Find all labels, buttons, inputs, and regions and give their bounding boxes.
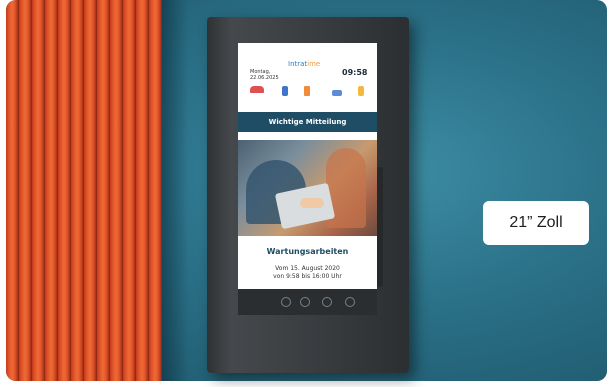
building-icon[interactable] (282, 86, 288, 96)
wifi-icon[interactable] (345, 297, 355, 307)
photo-hand-shape (300, 198, 324, 208)
notice-title: Wartungsarbeiten (266, 247, 349, 256)
bus-icon[interactable] (250, 86, 264, 93)
kiosk-side-handle (377, 167, 383, 287)
date-value: 22.06.2025 (250, 75, 279, 81)
notice-banner: Wichtige Mitteilung (238, 112, 377, 132)
bell-icon[interactable] (358, 86, 364, 96)
slats-shadow (162, 0, 188, 381)
category-icon-row (238, 84, 377, 98)
kiosk-screen[interactable]: Montag, 22.06.2025 Intratime 09:58 Wicht… (238, 43, 377, 289)
hardware-button-strip (238, 289, 377, 315)
brand-logo: Intratime (288, 60, 320, 68)
settings-icon[interactable] (322, 297, 332, 307)
clock-time: 09:58 (342, 68, 368, 77)
orange-wood-slats (6, 0, 162, 381)
cup-icon[interactable] (304, 86, 310, 96)
brand-main: Intrat (288, 60, 308, 68)
notice-date: Vom 15. August 2020 (275, 265, 340, 272)
ship-icon[interactable] (332, 90, 342, 96)
notice-time: von 9:58 bis 16:00 Uhr (273, 273, 342, 280)
menu-icon[interactable] (300, 297, 310, 307)
brand-accent: ime (307, 60, 321, 68)
info-icon[interactable] (281, 297, 291, 307)
maintenance-photo (238, 140, 377, 236)
screen-size-badge: 21” Zoll (483, 201, 589, 245)
screen-header: Montag, 22.06.2025 Intratime 09:58 (238, 43, 377, 83)
